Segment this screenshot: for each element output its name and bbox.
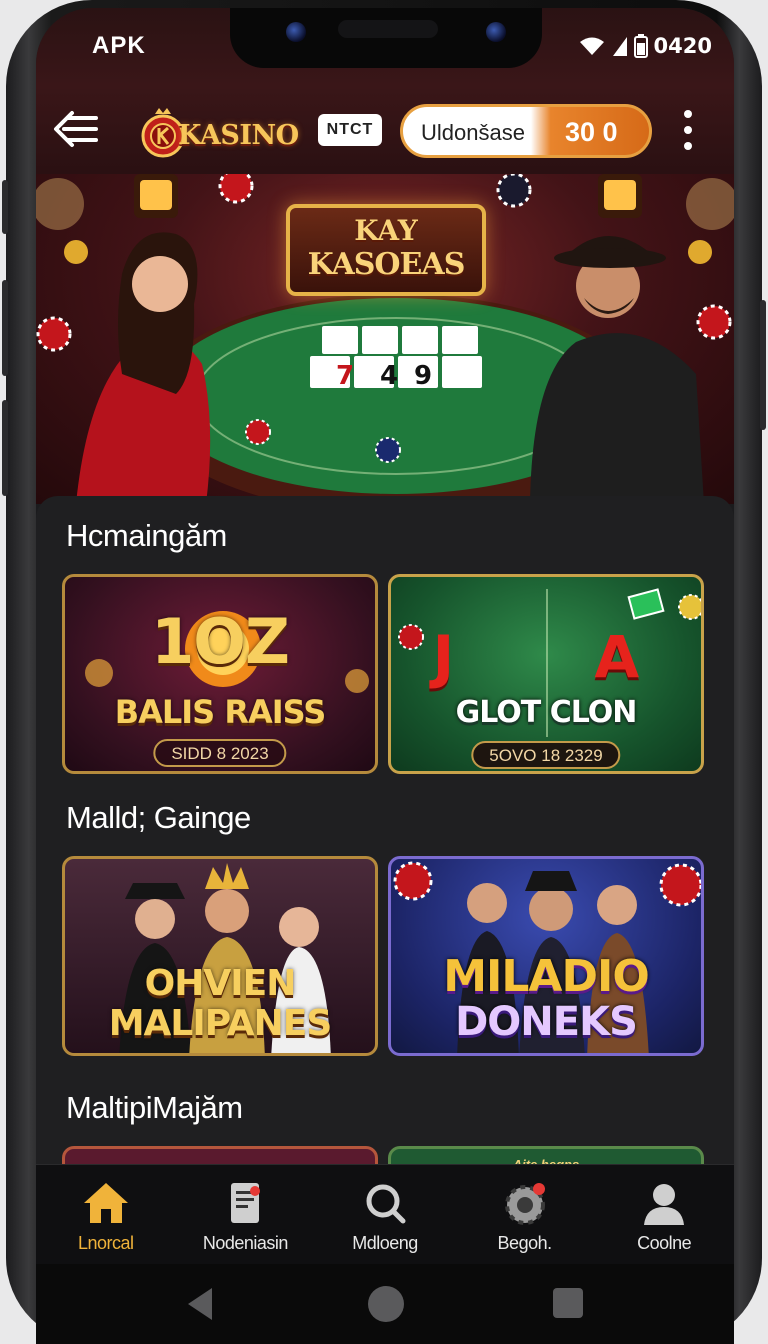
hamburger-icon: [54, 111, 98, 147]
app-screen: APK 0420 KASINO NTCT Uldonšase 30 0 7 4 …: [36, 8, 734, 1264]
bottom-navigation: Lnorcal Nodeniasin Mdloeng Begoh. Coolne: [36, 1164, 734, 1264]
section-title-multi: MaltipiMajăm: [66, 1090, 243, 1125]
svg-text:7: 7: [336, 361, 354, 391]
game-card-title: MALIPANES: [108, 1003, 333, 1044]
search-icon: [366, 1184, 406, 1224]
more-options-button[interactable]: [676, 108, 700, 152]
game-card-title-top: OHVIEN: [144, 963, 297, 1004]
balance-pill[interactable]: Uldonšase 30 0: [400, 104, 652, 158]
kasino-logo[interactable]: KASINO: [140, 96, 300, 162]
volume-down-button: [2, 400, 8, 496]
document-icon: [231, 1183, 261, 1223]
home-icon: [83, 1183, 128, 1223]
power-button: [760, 300, 766, 430]
games-panel: Hcmaingăm 1OZ BALIS RAISS SIDD 8 2023 J …: [36, 496, 734, 1186]
svg-text:4: 4: [380, 361, 398, 391]
kebab-dot-icon: [684, 126, 692, 134]
volume-up-button: [2, 280, 8, 376]
game-card[interactable]: OHVIEN MALIPANES: [62, 856, 378, 1056]
hero-title-line2: KASOEAS: [307, 247, 466, 282]
clock: 0420: [653, 34, 712, 58]
nav-item-profile[interactable]: Coolne: [599, 1179, 729, 1254]
hero-banner[interactable]: 7 4 9 KAY KASOEAS: [36, 174, 734, 504]
logo-text: KASINO: [178, 120, 299, 151]
kebab-dot-icon: [684, 142, 692, 150]
signal-icon: [612, 37, 627, 56]
game-card[interactable]: 1OZ BALIS RAISS SIDD 8 2023: [62, 574, 378, 774]
battery-icon: [633, 34, 648, 58]
chip-icon: [504, 1183, 545, 1225]
earpiece: [338, 20, 438, 38]
back-icon[interactable]: [184, 1286, 216, 1322]
nav-item-search[interactable]: Mdloeng: [320, 1179, 450, 1254]
svg-text:9: 9: [414, 361, 432, 391]
nav-label-news: Nodeniasin: [202, 1233, 289, 1253]
balance-value: 30 0: [565, 117, 618, 147]
user-icon: [644, 1184, 685, 1225]
status-icons: 0420: [578, 34, 712, 58]
front-camera: [286, 22, 306, 42]
game-card-title-top: MILADIO: [443, 951, 650, 1002]
front-sensor: [486, 22, 506, 42]
notch: [230, 8, 542, 68]
app-header: KASINO NTCT Uldonšase 30 0: [36, 86, 734, 174]
status-bar: APK 0420: [36, 8, 734, 86]
hero-title-line1: KAY: [354, 214, 418, 247]
game-card-title-top: 1OZ: [151, 605, 290, 678]
carrier-label: APK: [92, 32, 146, 59]
home-circle-icon[interactable]: [368, 1286, 404, 1322]
menu-button[interactable]: [52, 104, 102, 154]
mute-switch: [2, 180, 8, 234]
system-navigation-bar: [36, 1264, 734, 1344]
game-card-badge: SIDD 8 2023: [153, 739, 287, 767]
ntct-badge[interactable]: NTCT: [318, 114, 382, 146]
game-card-title: BALIS RAISS: [114, 693, 327, 731]
game-card-title: GLOT CLON: [455, 695, 638, 730]
game-card[interactable]: J A GLOT CLON 5OVO 18 2329: [388, 574, 704, 774]
nav-item-news[interactable]: Nodeniasin: [180, 1179, 310, 1254]
wifi-icon: [579, 37, 604, 55]
game-card[interactable]: MILADIO DONEKS: [388, 856, 704, 1056]
nav-label-home: Lnorcal: [78, 1233, 134, 1253]
nav-label-profile: Coolne: [637, 1233, 692, 1253]
section-title-featured: Hcmaingăm: [66, 518, 227, 553]
game-card-title: DONEKS: [455, 999, 638, 1045]
game-card-badge: 5OVO 18 2329: [471, 741, 621, 769]
recent-apps-icon[interactable]: [553, 1288, 583, 1318]
nav-item-bonus[interactable]: Begoh.: [460, 1179, 590, 1254]
nav-item-home[interactable]: Lnorcal: [41, 1179, 171, 1254]
nav-label-bonus: Begoh.: [497, 1233, 553, 1253]
kebab-dot-icon: [684, 110, 692, 118]
balance-label: Uldonšase: [421, 120, 525, 145]
nav-label-search: Mdloeng: [352, 1233, 418, 1253]
game-card-title-top: J A: [432, 623, 700, 691]
hero-title-sign: KAY KASOEAS: [286, 204, 486, 296]
section-title-live: Malld; Gainge: [66, 800, 251, 835]
